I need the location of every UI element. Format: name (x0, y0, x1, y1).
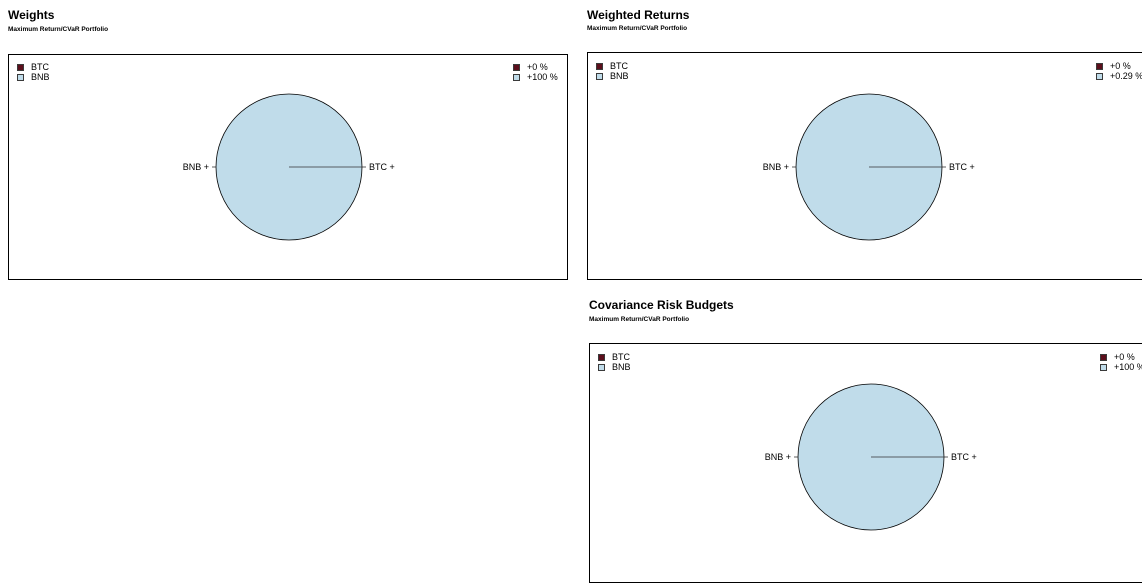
pie-chart-covariance-risk-budgets: BTC + BNB + (765, 383, 977, 531)
pie-label-btc: BTC + (951, 452, 977, 462)
pie-label-bnb: BNB + (765, 452, 791, 462)
